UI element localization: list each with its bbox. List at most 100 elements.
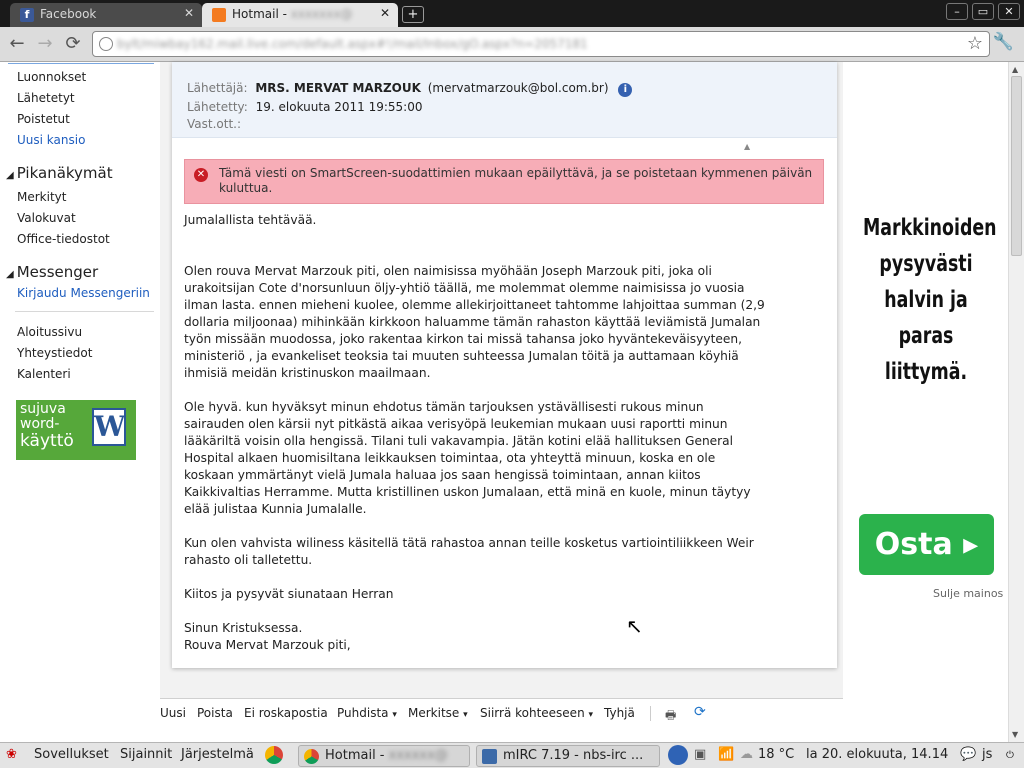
- messenger-signin-link[interactable]: Kirjaudu Messengeriin: [17, 286, 150, 300]
- command-bar: Uusi Poista Ei roskapostia Puhdista ▾ Me…: [160, 698, 843, 728]
- messenger-heading[interactable]: ◢ Messenger: [6, 263, 98, 281]
- quickviews-heading[interactable]: ◢ Pikanäkymät: [6, 164, 113, 182]
- sidebar-divider: [15, 311, 154, 312]
- chrome-launcher-icon[interactable]: [265, 746, 283, 764]
- selected-folder-edge: [8, 62, 154, 64]
- chevron-down-icon: ▾: [392, 710, 397, 720]
- expand-triangle-icon: ◢: [6, 170, 14, 181]
- ad-pane: Markkinoiden pysyvästi halvin ja paras l…: [843, 62, 1008, 742]
- ad-buy-button[interactable]: Osta ▸: [859, 514, 994, 575]
- tab-facebook[interactable]: f Facebook ✕: [10, 3, 202, 27]
- taskbar-window-mirc[interactable]: mIRC 7.19 - nbs-irc ...: [476, 745, 660, 767]
- taskbar-window-hotmail[interactable]: Hotmail - xxxxxx@: [298, 745, 470, 767]
- sent-date: 19. elokuuta 2011 19:55:00: [255, 100, 423, 114]
- power-icon[interactable]: ⏻: [1006, 750, 1014, 761]
- clock[interactable]: la 20. elokuuta, 14.14: [806, 747, 948, 762]
- reload-button[interactable]: ⟳: [62, 33, 84, 55]
- bookmark-star-icon[interactable]: ☆: [967, 33, 983, 54]
- network-icon[interactable]: [668, 745, 688, 765]
- close-tab-icon[interactable]: ✕: [184, 6, 194, 20]
- forward-button[interactable]: →: [34, 33, 56, 55]
- scroll-down-icon[interactable]: ▼: [1012, 730, 1018, 739]
- menu-applications[interactable]: Sovellukset: [34, 747, 109, 762]
- window-label: mIRC 7.19 - nbs-irc ...: [503, 748, 644, 763]
- word-logo-icon: W: [92, 408, 126, 446]
- reading-pane: Lähettäjä: MRS. MERVAT MARZOUK (mervatma…: [160, 62, 843, 698]
- message-body: Jumalallista tehtävää. Olen rouva Mervat…: [184, 213, 765, 652]
- mark-button[interactable]: Merkitse ▾: [408, 706, 468, 720]
- folder-drafts[interactable]: Luonnokset: [17, 70, 86, 84]
- hotmail-icon: [212, 8, 226, 22]
- command-divider: [650, 706, 651, 721]
- chrome-icon: [304, 749, 319, 764]
- quickview-photos[interactable]: Valokuvat: [17, 211, 76, 225]
- wifi-icon[interactable]: 📶: [718, 747, 734, 762]
- chevron-down-icon: ▾: [588, 710, 594, 720]
- word-ad-banner[interactable]: sujuva word- käyttö W: [16, 400, 136, 460]
- keyboard-icon[interactable]: ▣: [694, 747, 706, 762]
- folder-deleted[interactable]: Poistetut: [17, 112, 70, 126]
- tab-hotmail[interactable]: Hotmail - xxxxxxx@ ✕: [202, 3, 398, 27]
- info-icon[interactable]: i: [618, 83, 633, 97]
- collapse-header-icon[interactable]: ▲: [744, 142, 750, 151]
- print-icon[interactable]: 🖶: [665, 706, 676, 727]
- user-name[interactable]: js: [982, 747, 992, 762]
- link-calendar[interactable]: Kalenteri: [17, 367, 71, 381]
- maximize-button[interactable]: ▭: [972, 3, 994, 20]
- close-tab-icon[interactable]: ✕: [380, 6, 390, 20]
- warning-text: Tämä viesti on SmartScreen-suodattimien …: [219, 166, 813, 195]
- new-tab-button[interactable]: +: [402, 6, 424, 23]
- to-label: Vast.ott.:: [187, 117, 242, 131]
- message-header: Lähettäjä: MRS. MERVAT MARZOUK (mervatma…: [172, 62, 837, 138]
- sender-email[interactable]: (mervatmarzouk@bol.com.br): [428, 81, 609, 95]
- page-icon: [99, 37, 113, 51]
- delete-button[interactable]: Poista: [197, 706, 233, 720]
- quickview-office-docs[interactable]: Office-tiedostot: [17, 232, 110, 246]
- folder-sent[interactable]: Lähetetyt: [17, 91, 75, 105]
- quickview-flagged[interactable]: Merkityt: [17, 190, 66, 204]
- sweep-button[interactable]: Puhdista ▾: [337, 706, 397, 720]
- scroll-up-icon[interactable]: ▲: [1012, 65, 1018, 74]
- link-home[interactable]: Aloitussivu: [17, 325, 82, 339]
- tab-label: Facebook: [40, 7, 97, 21]
- menu-system[interactable]: Järjestelmä: [181, 747, 254, 762]
- new-button[interactable]: Uusi: [160, 706, 186, 720]
- menu-places[interactable]: Sijainnit: [120, 747, 172, 762]
- vertical-scrollbar[interactable]: ▲ ▼: [1008, 62, 1024, 742]
- scroll-thumb[interactable]: [1011, 76, 1022, 256]
- mail-sidebar: Luonnokset Lähetetyt Poistetut Uusi kans…: [0, 62, 160, 742]
- mouse-cursor-icon: ↖: [626, 614, 643, 638]
- sent-row: Lähetetty: 19. elokuuta 2011 19:55:00: [187, 100, 423, 114]
- move-to-button[interactable]: Siirrä kohteeseen ▾: [480, 706, 593, 720]
- sender-name[interactable]: MRS. MERVAT MARZOUK: [255, 81, 421, 95]
- smartscreen-warning: ✕ Tämä viesti on SmartScreen-suodattimie…: [184, 159, 824, 204]
- ad-headline[interactable]: Markkinoiden pysyvästi halvin ja paras l…: [863, 210, 997, 390]
- link-contacts[interactable]: Yhteystiedot: [17, 346, 92, 360]
- window-label: Hotmail -: [325, 748, 389, 763]
- chat-icon[interactable]: 💬: [960, 747, 976, 762]
- tab-label-blurred: xxxxxxx@: [290, 7, 353, 21]
- warning-shield-icon: ✕: [194, 168, 208, 182]
- empty-button[interactable]: Tyhjä: [604, 706, 635, 720]
- wrench-menu-icon[interactable]: 🔧: [993, 32, 1014, 52]
- browser-tab-strip: f Facebook ✕ Hotmail - xxxxxxx@ ✕ + – ▭ …: [0, 0, 1024, 27]
- quickviews-title: Pikanäkymät: [16, 164, 113, 182]
- desktop-taskbar: ❀ Sovellukset Sijainnit Järjestelmä Hotm…: [0, 742, 1024, 768]
- minimize-button[interactable]: –: [946, 3, 968, 20]
- close-ad-link[interactable]: Sulje mainos: [933, 587, 1003, 600]
- refresh-icon[interactable]: ⟳: [694, 704, 706, 720]
- temperature[interactable]: 18 °C: [758, 747, 794, 762]
- new-folder-link[interactable]: Uusi kansio: [17, 133, 85, 147]
- window-label-blurred: xxxxxx@: [388, 748, 448, 763]
- url-text: bylt/miwbay162.mail.live.com/default.asp…: [117, 37, 588, 51]
- messenger-title: Messenger: [16, 263, 99, 281]
- weather-icon[interactable]: ☁: [740, 747, 753, 762]
- back-button[interactable]: ←: [6, 33, 28, 55]
- tab-label: Hotmail -: [232, 7, 291, 21]
- address-bar[interactable]: bylt/miwbay162.mail.live.com/default.asp…: [92, 31, 990, 57]
- not-junk-button[interactable]: Ei roskapostia: [244, 706, 328, 720]
- sent-label: Lähetetty:: [187, 100, 248, 114]
- move-label: Siirrä kohteeseen: [480, 706, 585, 720]
- close-window-button[interactable]: ✕: [998, 3, 1020, 20]
- foot-logo-icon[interactable]: ❀: [6, 747, 17, 762]
